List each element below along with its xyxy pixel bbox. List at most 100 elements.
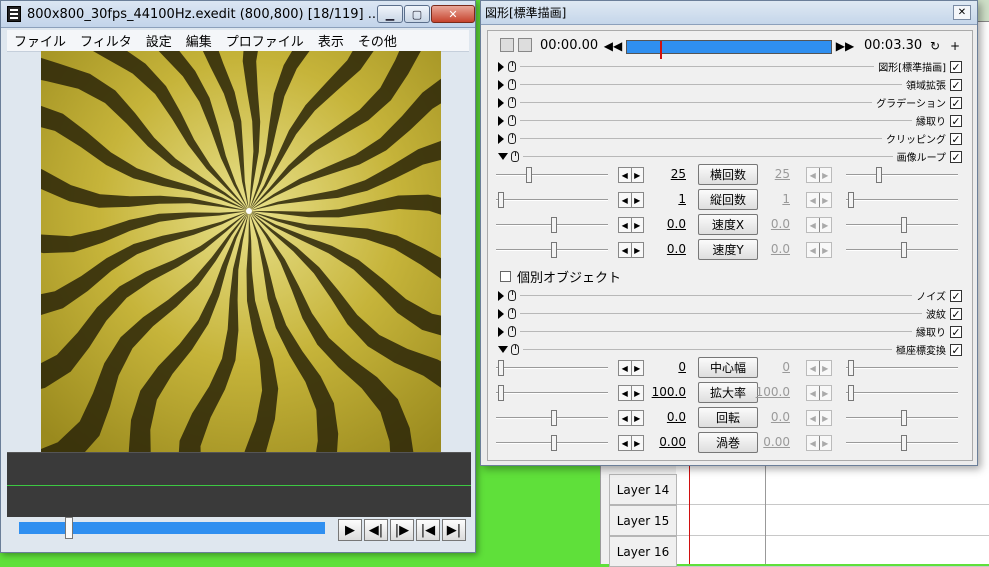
layer-row[interactable] (677, 474, 989, 505)
layer-row[interactable] (677, 505, 989, 536)
layer-row[interactable] (677, 536, 989, 567)
menu-filter[interactable]: フィルタ (73, 31, 139, 50)
decrement-icon[interactable]: ◀ (619, 436, 631, 450)
filter-row[interactable]: ノイズ ✓ (496, 287, 966, 304)
menu-profile[interactable]: プロファイル (219, 31, 311, 50)
time-cursor[interactable] (660, 41, 662, 59)
start-stepper[interactable]: ◀ ▶ (618, 410, 644, 426)
filter-enable-checkbox[interactable]: ✓ (950, 78, 962, 91)
go-start-button[interactable]: |◀ (416, 519, 440, 541)
param-button[interactable]: 中心幅 (698, 357, 758, 378)
prev-frame-button[interactable]: ◀| (364, 519, 388, 541)
filter-enable-checkbox[interactable]: ✓ (950, 114, 962, 127)
dialog-close-button[interactable]: ✕ (953, 5, 971, 20)
expand-arrow-icon[interactable] (498, 326, 504, 337)
layer-label[interactable]: Layer 16 (609, 536, 677, 567)
menu-other[interactable]: その他 (351, 31, 404, 50)
preview-canvas[interactable] (41, 51, 441, 452)
play-button[interactable]: ▶ (338, 519, 362, 541)
menu-view[interactable]: 表示 (311, 31, 351, 50)
collapse-arrow-icon[interactable] (498, 346, 508, 353)
start-stepper[interactable]: ◀ ▶ (618, 217, 644, 233)
start-slider[interactable] (496, 217, 608, 233)
frame-icon[interactable] (518, 38, 532, 52)
menu-edit[interactable]: 編集 (179, 31, 219, 50)
expand-arrow-icon[interactable] (498, 79, 504, 90)
filter-row[interactable]: 縁取り ✓ (496, 112, 966, 129)
menu-settings[interactable]: 設定 (139, 31, 179, 50)
start-value[interactable]: 0.0 (646, 217, 686, 231)
start-stepper[interactable]: ◀ ▶ (618, 192, 644, 208)
filter-enable-checkbox[interactable]: ✓ (950, 60, 962, 73)
object-time-bar[interactable] (626, 40, 832, 59)
start-stepper[interactable]: ◀ ▶ (618, 360, 644, 376)
preview-titlebar[interactable]: 800x800_30fps_44100Hz.exedit (800,800) [… (1, 1, 475, 28)
start-value[interactable]: 100.0 (646, 385, 686, 399)
start-slider[interactable] (496, 242, 608, 258)
increment-icon[interactable]: ▶ (630, 411, 644, 425)
filter-row[interactable]: 縁取り ✓ (496, 323, 966, 340)
slider-knob[interactable] (498, 385, 504, 401)
maximize-button[interactable]: ▢ (404, 5, 430, 23)
start-value[interactable]: 1 (646, 192, 686, 206)
filter-enable-checkbox[interactable]: ✓ (950, 96, 962, 109)
start-slider[interactable] (496, 360, 608, 376)
forward-button[interactable]: ▶▶ (836, 37, 854, 55)
slider-knob[interactable] (551, 410, 557, 426)
start-stepper[interactable]: ◀ ▶ (618, 435, 644, 451)
filter-enable-checkbox[interactable]: ✓ (950, 325, 962, 338)
filter-enable-checkbox[interactable]: ✓ (950, 343, 962, 356)
start-value[interactable]: 0 (646, 360, 686, 374)
camera-icon[interactable] (500, 38, 514, 52)
start-value[interactable]: 0.00 (646, 435, 686, 449)
increment-icon[interactable]: ▶ (630, 436, 644, 450)
decrement-icon[interactable]: ◀ (619, 218, 631, 232)
layer-label[interactable]: Layer 15 (609, 505, 677, 536)
start-stepper[interactable]: ◀ ▶ (618, 242, 644, 258)
start-value[interactable]: 0.0 (646, 410, 686, 424)
expand-arrow-icon[interactable] (498, 308, 504, 319)
param-button[interactable]: 縦回数 (698, 189, 758, 210)
rewind-button[interactable]: ◀◀ (604, 37, 622, 55)
next-frame-button[interactable]: |▶ (390, 519, 414, 541)
decrement-icon[interactable]: ◀ (619, 386, 631, 400)
filter-row[interactable]: グラデーション ✓ (496, 94, 966, 111)
expand-arrow-icon[interactable] (498, 133, 504, 144)
expand-arrow-icon[interactable] (498, 115, 504, 126)
filter-row[interactable]: 領域拡張 ✓ (496, 76, 966, 93)
start-slider[interactable] (496, 192, 608, 208)
increment-icon[interactable]: ▶ (630, 386, 644, 400)
decrement-icon[interactable]: ◀ (619, 193, 631, 207)
slider-knob[interactable] (551, 435, 557, 451)
param-button[interactable]: 拡大率 (698, 382, 758, 403)
filter-row[interactable]: 図形[標準描画] ✓ (496, 58, 966, 75)
start-slider[interactable] (496, 385, 608, 401)
decrement-icon[interactable]: ◀ (619, 243, 631, 257)
slider-knob[interactable] (498, 192, 504, 208)
param-button[interactable]: 横回数 (698, 164, 758, 185)
individual-object-option[interactable]: 個別オブジェクト (500, 267, 621, 286)
go-end-button[interactable]: ▶| (442, 519, 466, 541)
minimize-button[interactable]: ▁ (377, 5, 403, 23)
increment-icon[interactable]: ▶ (630, 193, 644, 207)
filter-row[interactable]: 波紋 ✓ (496, 305, 966, 322)
refresh-icon[interactable]: ↻ (926, 37, 944, 55)
slider-knob[interactable] (498, 360, 504, 376)
individual-object-checkbox[interactable] (500, 271, 511, 282)
slider-knob[interactable] (551, 217, 557, 233)
menu-file[interactable]: ファイル (7, 31, 73, 50)
increment-icon[interactable]: ▶ (630, 218, 644, 232)
param-button[interactable]: 速度X (698, 214, 758, 235)
filter-enable-checkbox[interactable]: ✓ (950, 132, 962, 145)
param-button[interactable]: 速度Y (698, 239, 758, 260)
slider-knob[interactable] (551, 242, 557, 258)
seek-knob[interactable] (65, 517, 73, 539)
decrement-icon[interactable]: ◀ (619, 168, 631, 182)
expand-arrow-icon[interactable] (498, 61, 504, 72)
decrement-icon[interactable]: ◀ (619, 411, 631, 425)
filter-enable-checkbox[interactable]: ✓ (950, 307, 962, 320)
close-button[interactable]: ✕ (431, 5, 475, 23)
increment-icon[interactable]: ▶ (630, 243, 644, 257)
start-slider[interactable] (496, 435, 608, 451)
expand-arrow-icon[interactable] (498, 97, 504, 108)
